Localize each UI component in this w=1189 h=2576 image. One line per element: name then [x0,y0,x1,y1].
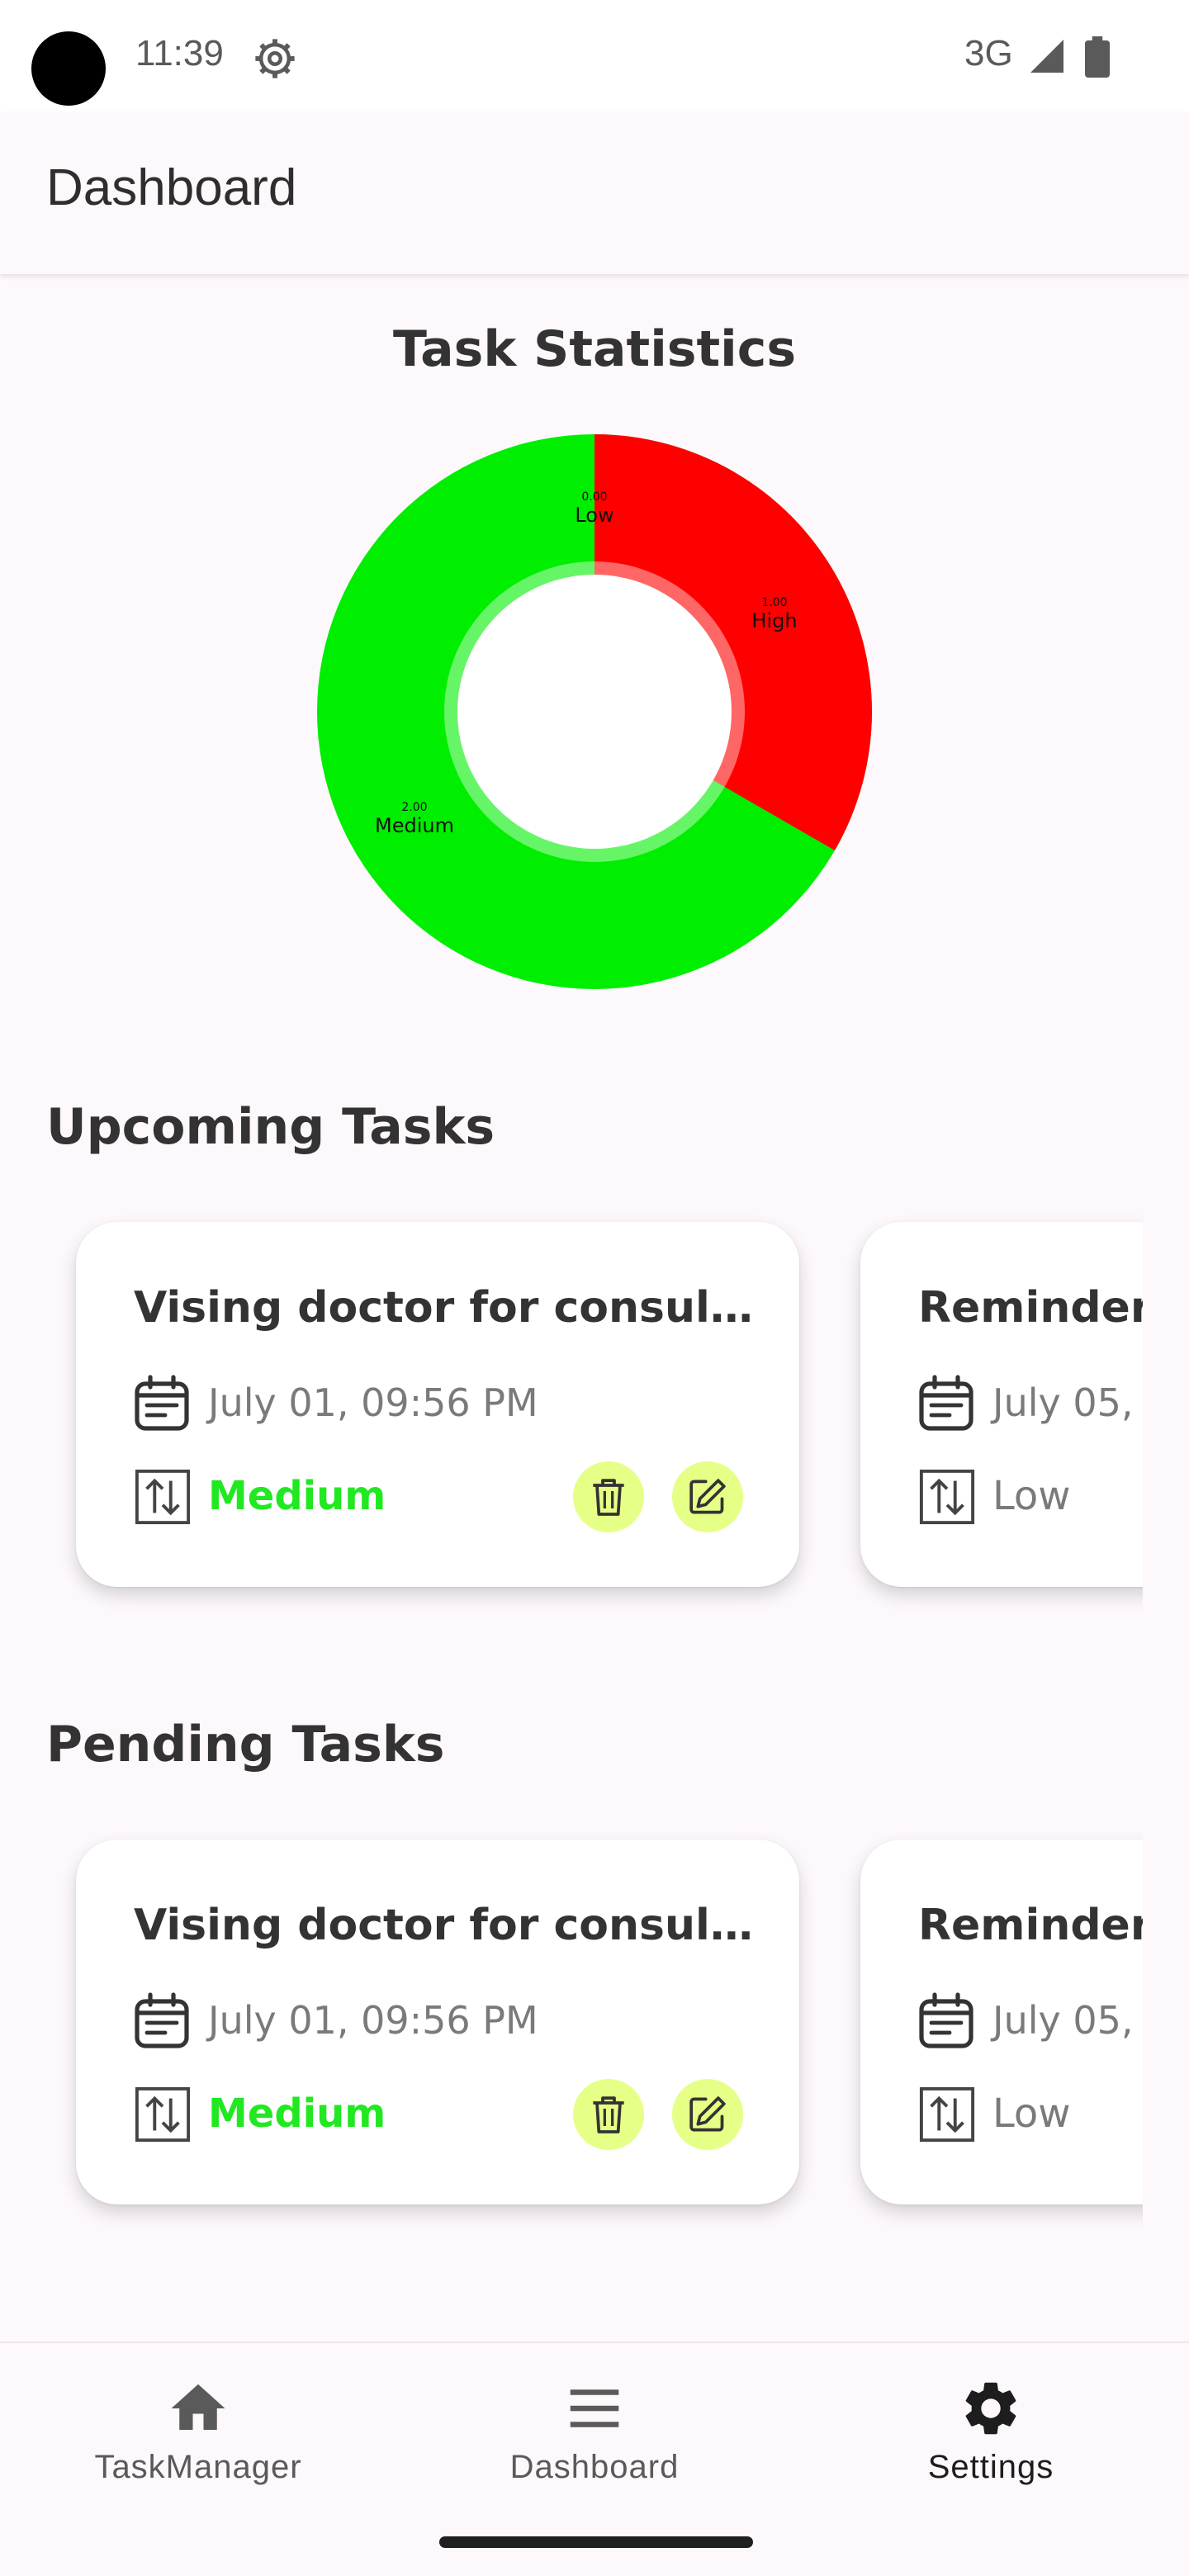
nav-item-settings[interactable]: Settings [842,2376,1139,2500]
calendar-icon [135,1992,189,2048]
edit-icon [689,1479,726,1514]
task-date: July 01, 09:56 PM [208,1380,538,1425]
calendar-icon [919,1992,973,2048]
nav-label: Settings [927,2449,1054,2485]
task-date: July 01, 09:56 PM [208,1998,538,2043]
trash-icon [593,2096,624,2133]
task-title: Vising doctor for consultation [134,1901,753,1950]
edit-icon [689,2096,726,2132]
donut-hole [457,575,732,849]
upcoming-tasks-title: Upcoming Tasks [46,1098,495,1156]
slice-medium-label: Medium [375,814,454,837]
task-priority: Medium [208,2091,386,2137]
page-title: Dashboard [46,159,297,216]
upcoming-tasks-list[interactable]: Vising doctor for consultation July 01, … [0,1214,1143,1643]
task-card[interactable]: Vising doctor for consultation July 01, … [76,1840,799,2204]
task-title: Reminder [918,1901,1143,1950]
status-bar: 11:39 3G [0,0,1189,112]
gear-icon [255,39,295,78]
settings-icon [965,2382,1016,2435]
priority-sort-icon [919,2086,975,2143]
task-date: July 05, [992,1998,1134,2043]
task-title: Reminder [918,1283,1143,1333]
status-time: 11:39 [135,33,224,73]
slice-low-label: Low [575,504,613,527]
nav-item-taskmanager[interactable]: TaskManager [50,2376,347,2500]
task-card[interactable]: Reminder July 05, Low [860,1222,1143,1587]
edit-button[interactable] [672,1461,743,1532]
calendar-icon [135,1375,189,1431]
delete-button[interactable] [573,1461,644,1532]
camera-cutout [31,31,106,106]
task-priority: Medium [208,1473,386,1519]
signal-icon [1030,40,1063,73]
pending-tasks-title: Pending Tasks [46,1716,445,1773]
nav-label: TaskManager [94,2449,302,2485]
task-card[interactable]: Reminder July 05, Low [860,1840,1143,2204]
home-indicator[interactable] [439,2536,753,2548]
donut-chart: 0.00 Low 1.00 High 2.00 Medium [317,434,872,989]
nav-item-dashboard[interactable]: Dashboard [446,2376,743,2500]
task-priority: Low [992,2091,1071,2137]
home-icon [171,2384,225,2430]
delete-button[interactable] [573,2079,644,2150]
task-date: July 05, [992,1380,1134,1425]
slice-medium-value: 2.00 [401,801,427,814]
priority-sort-icon [919,1469,975,1525]
nav-label: Dashboard [509,2449,680,2485]
priority-sort-icon [135,2086,191,2143]
task-statistics-title: Task Statistics [392,320,797,378]
network-type: 3G [964,33,1013,73]
priority-sort-icon [135,1469,191,1525]
trash-icon [593,1479,624,1516]
pending-tasks-list[interactable]: Vising doctor for consultation July 01, … [0,1831,1143,2261]
task-priority: Low [992,1473,1071,1519]
slice-high-label: High [751,609,797,632]
task-statistics-chart: 0.00 Low 1.00 High 2.00 Medium [317,434,872,989]
app-bar: Dashboard [0,112,1189,274]
menu-icon [570,2389,619,2427]
calendar-icon [919,1375,973,1431]
battery-icon [1085,36,1110,78]
slice-high-value: 1.00 [761,596,787,609]
slice-low-value: 0.00 [581,490,607,504]
task-title: Vising doctor for consultation [134,1283,753,1333]
task-card[interactable]: Vising doctor for consultation July 01, … [76,1222,799,1587]
edit-button[interactable] [672,2079,743,2150]
